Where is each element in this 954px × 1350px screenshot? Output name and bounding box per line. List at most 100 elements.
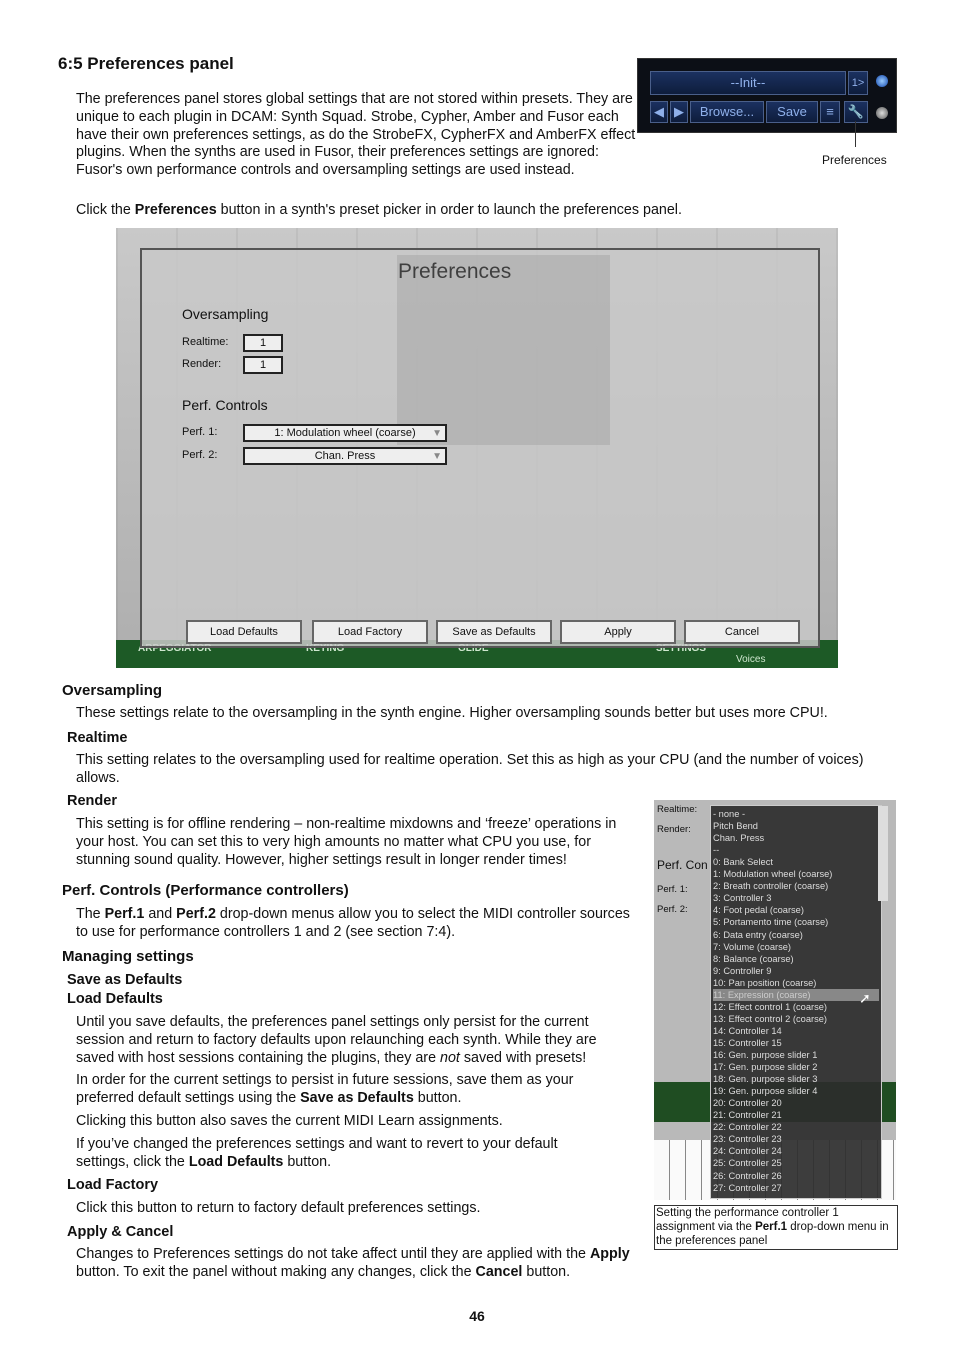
dropdown-option[interactable]: - none -	[713, 808, 879, 820]
perf-controls-heading: Perf. Controls (Performance controllers)	[62, 882, 349, 899]
manual-page: 6:5 Preferences panel The preferences pa…	[0, 0, 954, 1350]
perf-controls-label: Perf. Con	[657, 858, 708, 872]
dropdown-option[interactable]: 4: Foot pedal (coarse)	[713, 904, 879, 916]
dropdown-option[interactable]: 1: Modulation wheel (coarse)	[713, 868, 879, 880]
dropdown-option[interactable]: Chan. Press	[713, 832, 879, 844]
text-bold: Perf.1	[755, 1221, 788, 1233]
dropdown-option[interactable]: 3: Controller 3	[713, 892, 879, 904]
text: button in a synth's preset picker in ord…	[216, 202, 682, 218]
preferences-callout-label: Preferences	[822, 153, 887, 167]
text-bold: Perf.2	[176, 906, 216, 922]
realtime-label: Realtime:	[657, 804, 698, 815]
load-defaults-text-2: In order for the current settings to per…	[76, 1072, 621, 1108]
load-defaults-heading: Load Defaults	[67, 991, 163, 1007]
perf1-label: Perf. 1:	[657, 884, 688, 895]
apply-cancel-text: Changes to Preferences settings do not t…	[76, 1246, 656, 1282]
apply-cancel-heading: Apply & Cancel	[67, 1224, 174, 1240]
dropdown-option[interactable]: Pitch Bend	[713, 820, 879, 832]
click-paragraph: Click the Preferences button in a synth'…	[76, 202, 776, 220]
callout-line	[855, 121, 856, 147]
perf1-label: Perf. 1:	[182, 426, 218, 438]
realtime-heading: Realtime	[67, 730, 128, 746]
perf2-label: Perf. 2:	[182, 449, 218, 461]
cypher-logo-background	[397, 255, 610, 445]
dropdown-option[interactable]: --	[713, 844, 879, 856]
render-text: This setting is for offline rendering – …	[76, 816, 617, 868]
dropdown-option[interactable]: 21: Controller 21	[713, 1109, 879, 1121]
render-label: Render:	[182, 358, 222, 370]
cancel-button[interactable]: Cancel	[684, 620, 800, 644]
dropdown-option[interactable]: 9: Controller 9	[713, 965, 879, 977]
load-defaults-text-1: Until you save defaults, the preferences…	[76, 1014, 636, 1067]
oversampling-text: These settings relate to the oversamplin…	[76, 705, 828, 721]
load-factory-heading: Load Factory	[67, 1177, 159, 1193]
dropdown-option[interactable]: 8: Balance (coarse)	[713, 953, 879, 965]
scrollbar-thumb[interactable]	[878, 806, 888, 901]
perf2-label: Perf. 2:	[657, 904, 688, 915]
preferences-panel-screenshot: ARPEGGIATOR KEYING GLIDE SETTINGS Voices…	[116, 228, 838, 668]
led-icon	[876, 107, 888, 119]
dropdown-option[interactable]: 18: Gen. purpose slider 3	[713, 1073, 879, 1085]
load-factory-button[interactable]: Load Factory	[312, 620, 428, 644]
browse-button: Browse...	[690, 101, 764, 123]
dropdown-option[interactable]: 16: Gen. purpose slider 1	[713, 1049, 879, 1061]
load-defaults-text-3: Clicking this button also saves the curr…	[76, 1113, 503, 1129]
intro-paragraph: The preferences panel stores global sett…	[76, 91, 636, 179]
dropdown-option[interactable]: 14: Controller 14	[713, 1025, 879, 1037]
perf-dropdown-screenshot: Realtime: Render: Perf. Con Perf. 1: Per…	[654, 800, 896, 1200]
dropdown-option[interactable]: 10: Pan position (coarse)	[713, 977, 879, 989]
render-field[interactable]: 1	[243, 356, 283, 374]
text: Changes to Preferences settings do not t…	[76, 1246, 590, 1262]
dropdown-option[interactable]: 22: Controller 22	[713, 1121, 879, 1133]
dropdown-option[interactable]: 20: Controller 20	[713, 1097, 879, 1109]
text: and	[144, 906, 177, 922]
text-bold: Load Defaults	[188, 1153, 284, 1170]
wrench-preferences-icon: 🔧	[844, 101, 868, 123]
dropdown-option[interactable]: 24: Controller 24	[713, 1145, 879, 1157]
strip-label: Voices	[736, 654, 766, 665]
perf1-value: 1: Modulation wheel (coarse)	[274, 427, 416, 439]
realtime-field[interactable]: 1	[243, 334, 283, 352]
apply-button[interactable]: Apply	[560, 620, 676, 644]
led-icon	[876, 75, 888, 87]
text: button.	[283, 1153, 332, 1170]
page-number: 46	[469, 1308, 485, 1324]
dropdown-option[interactable]: 15: Controller 15	[713, 1037, 879, 1049]
dropdown-option[interactable]: 26: Controller 26	[713, 1170, 879, 1182]
text: button. To exit the panel without making…	[76, 1263, 476, 1280]
perf1-dropdown-list[interactable]: - none - Pitch Bend Chan. Press -- 0: Bank S…	[710, 805, 882, 1199]
perf-controls-heading: Perf. Controls	[182, 397, 268, 413]
dropdown-option[interactable]: 23: Controller 23	[713, 1133, 879, 1145]
dropdown-option[interactable]: 7: Volume (coarse)	[713, 941, 879, 953]
oversampling-heading: Oversampling	[182, 306, 269, 322]
text-bold: Preferences	[134, 202, 217, 218]
figure-caption: Setting the performance controller 1 ass…	[654, 1205, 898, 1250]
dropdown-option[interactable]: 27: Controller 27	[713, 1182, 879, 1194]
dropdown-option[interactable]: 6: Data entry (coarse)	[713, 929, 879, 941]
dropdown-option[interactable]: 19: Gen. purpose slider 4	[713, 1085, 879, 1097]
perf1-dropdown[interactable]: 1: Modulation wheel (coarse) ▼	[243, 424, 447, 442]
render-heading: Render	[67, 793, 117, 809]
preset-name: --Init--	[650, 71, 846, 95]
dropdown-option[interactable]: 2: Breath controller (coarse)	[713, 880, 879, 892]
dropdown-option[interactable]: 11: Expression (coarse)	[713, 988, 879, 1001]
text: button.	[413, 1089, 462, 1106]
managing-heading: Managing settings	[62, 948, 194, 965]
load-defaults-button[interactable]: Load Defaults	[186, 620, 302, 644]
text-bold: Cancel	[475, 1263, 523, 1280]
dropdown-option[interactable]: 5: Portamento time (coarse)	[713, 916, 879, 928]
save-as-defaults-button[interactable]: Save as Defaults	[436, 620, 552, 644]
dropdown-option[interactable]: 0: Bank Select	[713, 856, 879, 868]
text-bold: Apply	[589, 1246, 630, 1262]
text-bold: Save as Defaults	[300, 1089, 414, 1106]
program-number: 1>	[848, 71, 868, 95]
perf2-dropdown[interactable]: Chan. Press ▼	[243, 447, 447, 465]
dropdown-option[interactable]: 12: Effect control 1 (coarse)	[713, 1001, 879, 1013]
dropdown-option[interactable]: 25: Controller 25	[713, 1157, 879, 1169]
perf-controls-text: The Perf.1 and Perf.2 drop-down menus al…	[76, 906, 636, 942]
dropdown-option[interactable]: 13: Effect control 2 (coarse)	[713, 1013, 879, 1025]
render-label: Render:	[657, 824, 691, 835]
dropdown-option[interactable]: 17: Gen. purpose slider 2	[713, 1061, 879, 1073]
preset-picker-screenshot: --Init-- 1> ◀ ▶ Browse... Save ≡ 🔧	[637, 58, 897, 147]
text: button.	[522, 1263, 571, 1280]
